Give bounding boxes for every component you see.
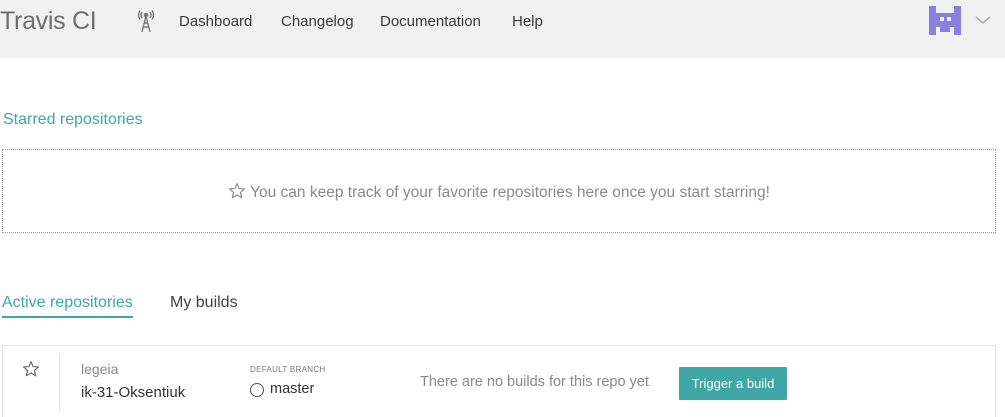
repo-owner: legeia [81,361,119,377]
tab-active-repositories[interactable]: Active repositories [2,294,133,318]
default-branch-label: DEFAULT BRANCH [250,365,326,374]
star-icon[interactable] [22,360,40,378]
starred-repositories-title: Starred repositories [3,111,143,128]
branch-icon [250,383,264,397]
nav-help[interactable]: Help [512,13,543,30]
tab-my-builds[interactable]: My builds [170,294,238,312]
nav-changelog[interactable]: Changelog [281,13,354,30]
nav-dashboard[interactable]: Dashboard [179,13,252,30]
top-navigation: Travis CI Dashboard Changelog Documentat… [0,0,1005,58]
star-icon [229,183,246,199]
brand-logo[interactable]: Travis CI [0,7,97,36]
starred-empty-box: You can keep track of your favorite repo… [2,149,996,233]
no-builds-message: There are no builds for this repo yet [420,374,649,390]
tower-icon [137,10,155,33]
repository-row: legeia ik-31-Oksentiuk DEFAULT BRANCH ma… [2,345,996,417]
starred-empty-text: You can keep track of your favorite repo… [250,184,770,201]
chevron-down-icon[interactable] [974,14,992,26]
row-divider [59,355,60,411]
trigger-build-button[interactable]: Trigger a build [679,367,787,400]
repo-name-link[interactable]: ik-31-Oksentiuk [81,384,185,401]
branch-name: master [270,381,315,397]
avatar-icon[interactable] [928,5,962,37]
nav-documentation[interactable]: Documentation [380,13,481,30]
starred-empty-message: You can keep track of your favorite repo… [3,182,995,202]
